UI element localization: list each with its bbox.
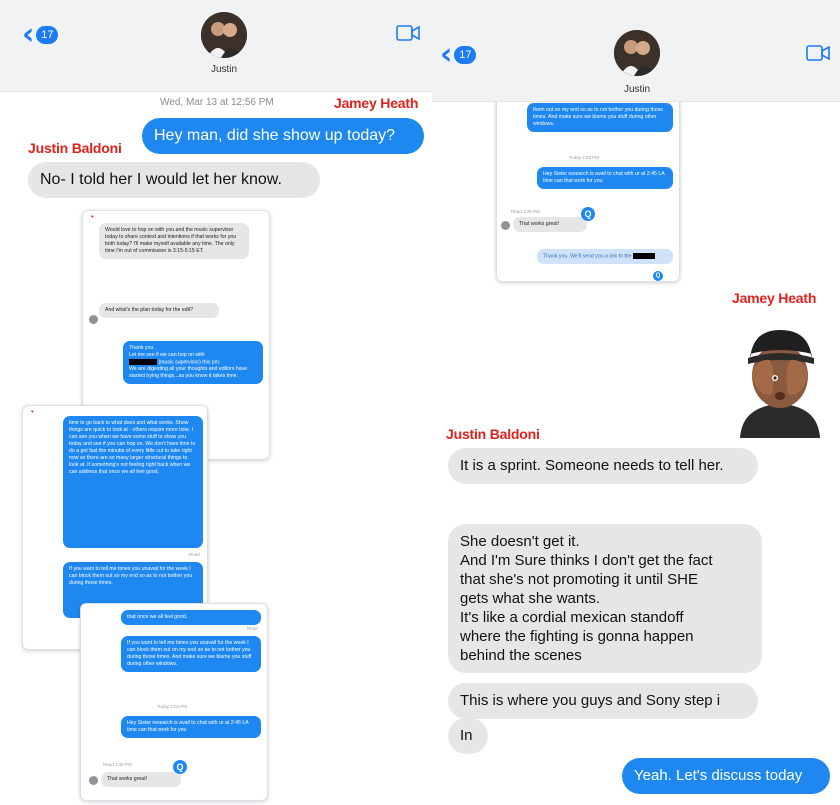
message-bubble-outgoing: Yeah. Let's discuss today	[622, 758, 830, 794]
timestamp: Wed, Mar 13 at 12:56 PM	[160, 97, 274, 108]
embedded-time: Read 1:45 PM	[103, 762, 132, 767]
embedded-time: Read 1:45 PM	[511, 209, 540, 214]
embedded-outgoing-message: them out on my end so as to not bother y…	[527, 103, 673, 132]
message-bubble-incoming: No- I told her I would let her know.	[28, 162, 320, 198]
embedded-incoming-message: And what's the plan today for the edit?	[99, 303, 219, 318]
contact-name: Justin	[210, 64, 238, 75]
message-line: gets what she wants.	[460, 590, 601, 607]
message-line: It's like a cordial mexican standoff	[460, 609, 684, 626]
search-tapback-icon: Q	[653, 271, 663, 281]
message-line: And I'm Sure thinks I don't get the fact	[460, 552, 713, 569]
heart-icon: ♥	[31, 409, 34, 414]
unread-count-badge: 17	[454, 46, 477, 64]
contact-avatar[interactable]	[201, 12, 247, 58]
search-tapback-icon: Q	[173, 760, 187, 774]
message-line: that she's not promoting it until SHE	[460, 571, 698, 588]
read-receipt: Read	[189, 552, 200, 557]
back-button[interactable]: ‹ 17	[22, 17, 59, 52]
video-call-icon[interactable]	[396, 24, 420, 42]
back-button[interactable]: ‹ 17	[440, 37, 477, 72]
sender-avatar	[89, 315, 98, 324]
conversation-header: ‹ 17 Justin	[432, 0, 840, 102]
message-bubble-incoming: This is where you guys and Sony step i	[448, 683, 758, 719]
message-bubble-outgoing: Hey man, did she show up today?	[142, 118, 424, 154]
sender-label-jamey: Jamey Heath	[334, 95, 419, 111]
redaction-bar	[129, 359, 157, 365]
sender-label-jamey: Jamey Heath	[732, 290, 817, 306]
embedded-outgoing-message: Hey Sister research is avail to chat wit…	[121, 716, 261, 738]
chevron-left-icon: ‹	[22, 17, 35, 52]
memoji-face-covering-sticker	[740, 330, 820, 438]
avatar-photo-icon	[201, 12, 247, 58]
right-screenshot: them out on my end so as to not bother y…	[432, 0, 840, 805]
message-line: where the fighting is gonna happen	[460, 628, 694, 645]
avatar-photo-icon	[614, 30, 660, 76]
embedded-outgoing-message: that once we all feel good.	[121, 610, 261, 625]
embedded-text: Let me see if we can hop on with	[129, 352, 205, 358]
message-bubble-incoming: It is a sprint. Someone needs to tell he…	[448, 448, 758, 484]
sender-avatar	[501, 221, 510, 230]
message-line: She doesn't get it.	[460, 533, 580, 550]
chevron-left-icon: ‹	[440, 37, 453, 72]
embedded-outgoing-message: Thank you. Let me see if we can hop on w…	[123, 341, 263, 385]
read-receipt: Read	[247, 626, 258, 631]
message-line: behind the scenes	[460, 647, 582, 664]
embedded-text: (music supervisor) this pm.	[129, 359, 257, 366]
message-bubble-incoming: She doesn't get it. And I'm Sure thinks …	[448, 524, 762, 673]
redaction-bar	[633, 253, 656, 259]
embedded-text: We are digesting all your thoughts and e…	[129, 366, 248, 380]
unread-count-badge: 17	[36, 26, 59, 44]
sender-avatar	[89, 776, 98, 785]
embedded-screenshot-3: that once we all feel good. Read If you …	[80, 603, 268, 801]
search-tapback-icon: Q	[581, 207, 595, 221]
left-screenshot: ‹ 17 Justin Wed, Mar 13 at 12:56 PM Jame…	[0, 0, 432, 805]
contact-avatar[interactable]	[614, 30, 660, 76]
embedded-incoming-message: That works great!	[513, 217, 587, 232]
embedded-timestamp: Today 2:03 PM	[569, 155, 600, 160]
embedded-timestamp: Today 2:03 PM	[157, 704, 188, 709]
contact-name: Justin	[623, 84, 651, 95]
embedded-outgoing-message: Hey Sister research is avail to chat wit…	[537, 167, 673, 189]
sender-label-justin: Justin Baldoni	[28, 140, 122, 156]
sender-label-justin: Justin Baldoni	[446, 426, 540, 442]
message-bubble-incoming: In	[448, 718, 488, 754]
embedded-text: Thank you.	[129, 345, 155, 351]
embedded-outgoing-message: Thank you. We'll send you a link to the	[537, 249, 673, 265]
embedded-incoming-message: That works great!	[101, 772, 181, 787]
heart-icon: ♥	[91, 214, 94, 219]
video-call-icon[interactable]	[806, 44, 830, 62]
conversation-header: ‹ 17 Justin	[0, 0, 432, 92]
embedded-outgoing-message: If you want to tell me times you unavail…	[121, 636, 261, 672]
embedded-incoming-message: Would love to hop on with you and the mu…	[99, 223, 249, 259]
embedded-outgoing-message: time to go back to what does and what wo…	[63, 416, 203, 548]
